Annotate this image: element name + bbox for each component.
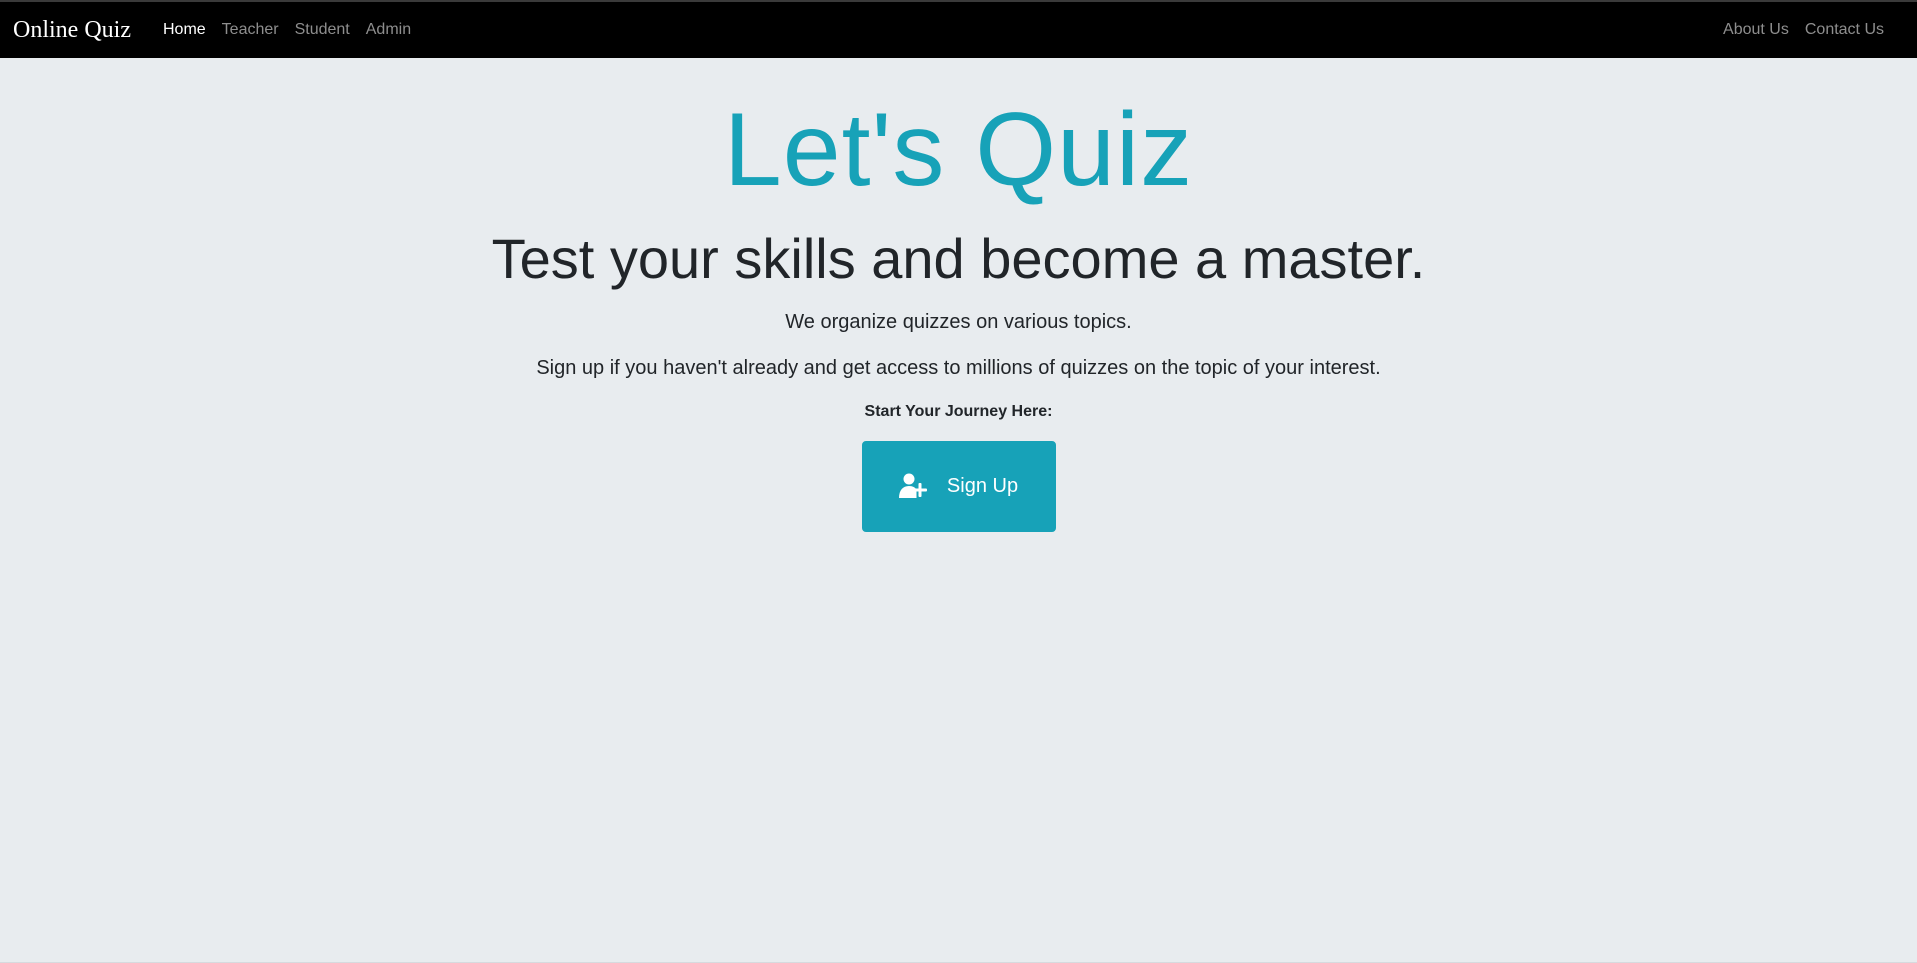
signup-button-label: Sign Up (946, 474, 1019, 497)
hero-subtitle: Test your skills and become a master. (491, 227, 1426, 290)
journey-label: Start Your Journey Here: (864, 402, 1053, 420)
nav-link-home[interactable]: Home (163, 21, 206, 39)
nav-link-contact-us[interactable]: Contact Us (1805, 21, 1884, 39)
hero-lead-signup: Sign up if you haven't already and get a… (536, 356, 1381, 379)
nav-link-teacher[interactable]: Teacher (222, 21, 279, 39)
nav-link-admin[interactable]: Admin (366, 21, 411, 39)
brand-logo[interactable]: Online Quiz (13, 17, 131, 44)
hero-jumbotron: Let's Quiz Test your skills and become a… (0, 58, 1917, 963)
nav-link-student[interactable]: Student (295, 21, 350, 39)
nav-right-links: About Us Contact Us (1715, 21, 1904, 39)
navbar: Online Quiz Home Teacher Student Admin A… (0, 0, 1917, 58)
signup-button[interactable]: Sign Up (861, 440, 1056, 532)
signup-button-wrapper: Sign Up (0, 421, 1917, 532)
hero-title: Let's Quiz (723, 92, 1194, 208)
hero-lead-topics: We organize quizzes on various topics. (785, 310, 1132, 333)
nav-link-about-us[interactable]: About Us (1723, 21, 1789, 39)
user-plus-icon (898, 472, 929, 500)
nav-links: Home Teacher Student Admin (155, 21, 419, 39)
